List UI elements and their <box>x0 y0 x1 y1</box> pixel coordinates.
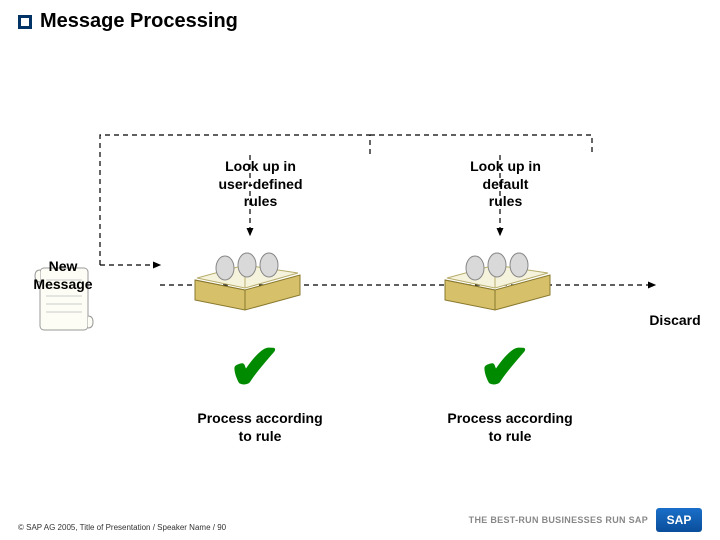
sap-logo: SAP <box>656 508 702 532</box>
new-message-label: New Message <box>18 258 108 293</box>
sap-logo-text: SAP <box>667 513 692 527</box>
lookup-user-label: Look up in user-defined rules <box>198 158 323 211</box>
check-icon: ✔ <box>478 330 532 405</box>
check-icon: ✔ <box>228 330 282 405</box>
book-icon <box>185 240 315 330</box>
book-icon <box>435 240 565 330</box>
flow-lines <box>0 0 720 540</box>
footer: © SAP AG 2005, Title of Presentation / S… <box>18 508 702 532</box>
process-left-label: Process according to rule <box>170 410 350 445</box>
copyright-text: © SAP AG 2005, Title of Presentation / S… <box>18 523 226 532</box>
discard-label: Discard <box>640 312 710 330</box>
tagline-text: THE BEST-RUN BUSINESSES RUN SAP <box>469 515 648 525</box>
lookup-default-label: Look up in default rules <box>448 158 563 211</box>
process-right-label: Process according to rule <box>420 410 600 445</box>
